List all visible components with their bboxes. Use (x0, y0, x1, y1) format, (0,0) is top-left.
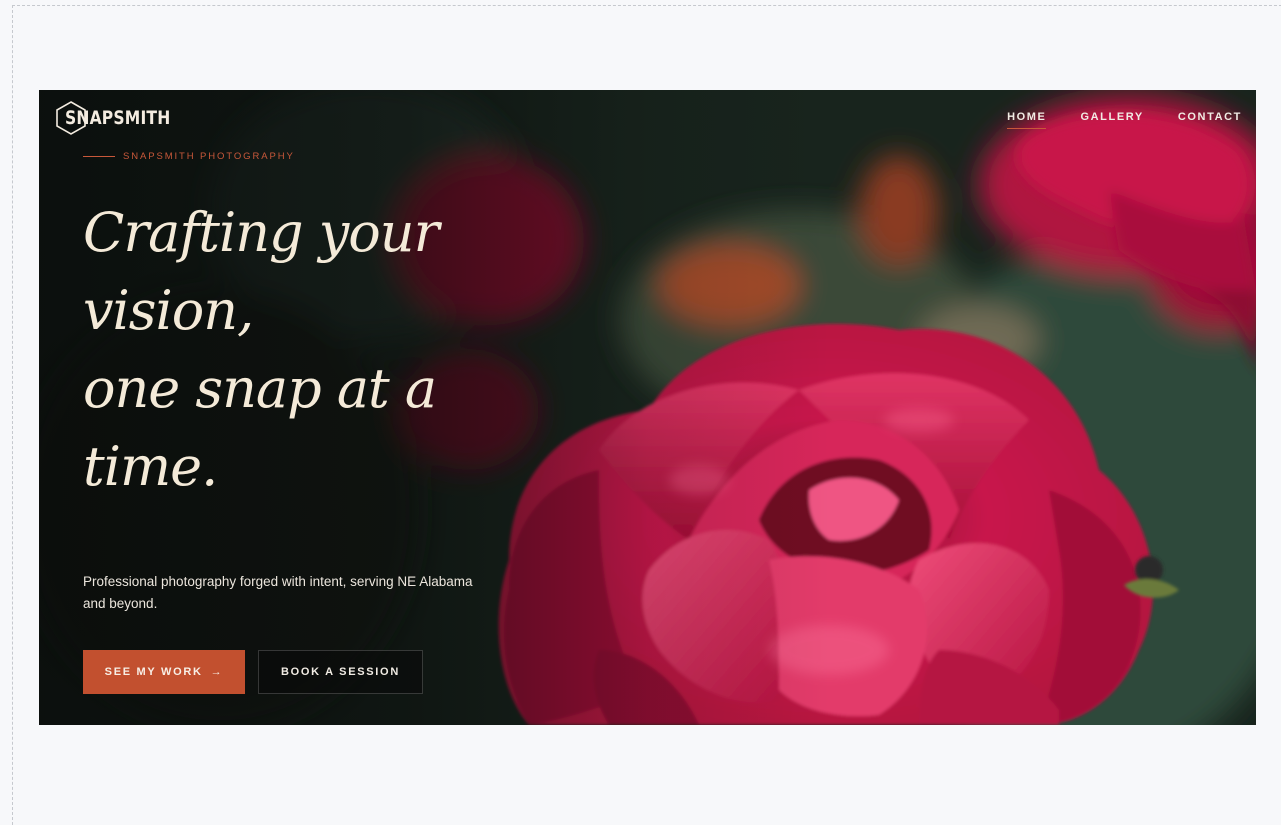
headline-line: Crafting your (83, 201, 439, 264)
brand-name: SNAPSMITH (65, 107, 171, 129)
hero-section: SNAPSMITH HOME GALLERY CONTACT SNAPSMITH… (39, 90, 1256, 725)
brand-logo[interactable]: SNAPSMITH (55, 100, 194, 136)
see-my-work-button[interactable]: SEE MY WORK → (83, 650, 245, 694)
book-session-button[interactable]: BOOK A SESSION (258, 650, 423, 694)
eyebrow-text: SNAPSMITH PHOTOGRAPHY (123, 151, 295, 162)
headline-line: time. (83, 435, 218, 498)
hero-tagline: Professional photography forged with int… (83, 574, 473, 611)
hero-eyebrow: SNAPSMITH PHOTOGRAPHY (83, 151, 295, 162)
nav-item-contact[interactable]: CONTACT (1178, 111, 1242, 129)
see-my-work-label: SEE MY WORK (104, 666, 203, 678)
book-session-label: BOOK A SESSION (281, 666, 400, 678)
arrow-right-icon: → (210, 666, 224, 678)
nav-item-home[interactable]: HOME (1007, 111, 1047, 129)
headline-line: vision, (83, 279, 254, 342)
hero-headline: Crafting your vision, one snap at a time… (83, 194, 563, 506)
main-nav: HOME GALLERY CONTACT (1007, 111, 1242, 129)
eyebrow-rule (83, 156, 115, 157)
nav-item-gallery[interactable]: GALLERY (1080, 111, 1143, 129)
headline-line: one snap at a (83, 357, 437, 420)
